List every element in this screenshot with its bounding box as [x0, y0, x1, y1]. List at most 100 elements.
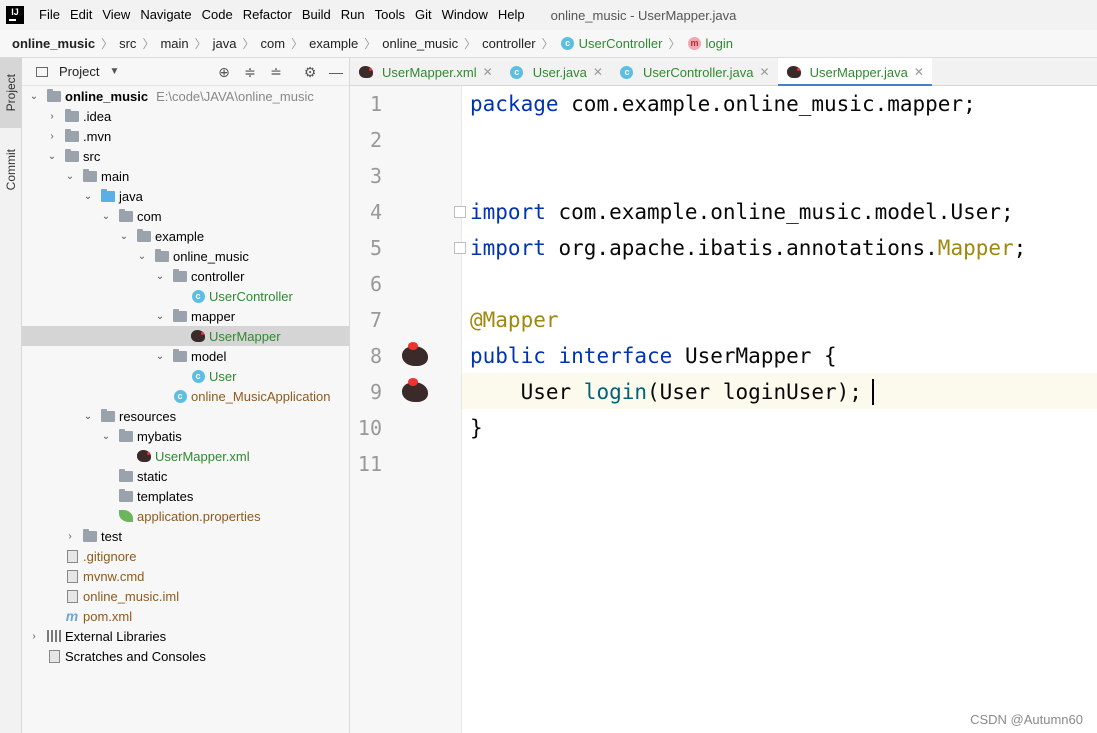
tab-user-java[interactable]: c User.java ✕ [501, 58, 611, 86]
tree-item-model[interactable]: ⌄ model [22, 346, 349, 366]
tree-item-com[interactable]: ⌄ com [22, 206, 349, 226]
chevron-down-icon[interactable]: ⌄ [46, 151, 58, 162]
line-number: 5 [369, 236, 382, 260]
crumb-controller[interactable]: controller [482, 36, 535, 51]
crumb-user-controller[interactable]: UserController [579, 36, 663, 51]
menu-window[interactable]: Window [437, 0, 493, 30]
tree-item-user-controller[interactable]: c UserController [22, 286, 349, 306]
mybatis-gutter-icon[interactable] [400, 342, 428, 366]
menu-git[interactable]: Git [410, 0, 437, 30]
tree-item-main[interactable]: ⌄ main [22, 166, 349, 186]
crumb-src[interactable]: src [119, 36, 136, 51]
menu-build[interactable]: Build [297, 0, 336, 30]
commit-tool-tab[interactable]: Commit [0, 138, 22, 202]
tree-item-static[interactable]: static [22, 466, 349, 486]
menu-help[interactable]: Help [493, 0, 530, 30]
crumb-com[interactable]: com [261, 36, 286, 51]
gear-icon[interactable]: ⚙ [302, 64, 318, 80]
line-number: 6 [369, 272, 382, 296]
close-icon[interactable]: ✕ [593, 65, 603, 79]
mybatis-gutter-icon[interactable] [400, 378, 428, 402]
tab-user-mapper-xml[interactable]: UserMapper.xml ✕ [350, 58, 501, 86]
chevron-down-icon[interactable]: ⌄ [154, 271, 166, 282]
scratches-icon [46, 648, 62, 664]
tree-item-src[interactable]: ⌄ src [22, 146, 349, 166]
tree-item-scratches[interactable]: Scratches and Consoles [22, 646, 349, 666]
chevron-right-icon[interactable]: › [46, 111, 58, 122]
chevron-right-icon: 〉 [541, 37, 554, 51]
menu-run[interactable]: Run [336, 0, 370, 30]
tree-item-mvnw-cmd[interactable]: mvnw.cmd [22, 566, 349, 586]
expand-all-icon[interactable]: ≑ [242, 64, 258, 80]
crumb-main[interactable]: main [160, 36, 188, 51]
menu-navigate[interactable]: Navigate [135, 0, 196, 30]
minimize-icon[interactable]: — [328, 64, 344, 80]
menu-code[interactable]: Code [197, 0, 238, 30]
locate-icon[interactable]: ⊕ [216, 64, 232, 80]
chevron-down-icon[interactable]: ⌄ [64, 171, 76, 182]
tab-user-mapper-java[interactable]: UserMapper.java ✕ [777, 58, 933, 87]
chevron-down-icon[interactable]: ⌄ [28, 91, 40, 102]
tree-item-java[interactable]: ⌄ java [22, 186, 349, 206]
collapse-all-icon[interactable]: ≐ [268, 64, 284, 80]
chevron-down-icon[interactable]: ⌄ [118, 231, 130, 242]
line-number: 9 [369, 380, 382, 404]
chevron-right-icon[interactable]: › [46, 131, 58, 142]
crumb-example[interactable]: example [309, 36, 358, 51]
project-tool-tab[interactable]: Project [0, 58, 22, 128]
chevron-down-icon[interactable]: ⌄ [154, 351, 166, 362]
tree-item-resources[interactable]: ⌄ resources [22, 406, 349, 426]
tree-item-pom[interactable]: m pom.xml [22, 606, 349, 626]
method-name: login [583, 380, 648, 404]
tree-item-gitignore[interactable]: .gitignore [22, 546, 349, 566]
tree-item-application-properties[interactable]: application.properties [22, 506, 349, 526]
tree-item-external-libraries[interactable]: › External Libraries [22, 626, 349, 646]
tab-user-controller-java[interactable]: c UserController.java ✕ [611, 58, 778, 86]
menu-file[interactable]: File [34, 0, 65, 30]
close-icon[interactable]: ✕ [914, 65, 924, 79]
tree-item-iml[interactable]: online_music.iml [22, 586, 349, 606]
tree-label: java [119, 188, 143, 204]
tree-item-mybatis[interactable]: ⌄ mybatis [22, 426, 349, 446]
crumb-login[interactable]: login [705, 36, 732, 51]
code-editor[interactable]: 1 2 3 4 5 6 7 8 9 10 11 package com.exam… [350, 86, 1097, 733]
chevron-down-icon[interactable]: ⌄ [100, 431, 112, 442]
tree-item-user-mapper-xml[interactable]: UserMapper.xml [22, 446, 349, 466]
tree-item-online-music[interactable]: ⌄ online_music [22, 246, 349, 266]
menu-view[interactable]: View [97, 0, 135, 30]
tree-label: mapper [191, 308, 236, 324]
intellij-logo-icon: IJ [6, 6, 24, 24]
menu-refactor[interactable]: Refactor [238, 0, 297, 30]
menu-edit[interactable]: Edit [65, 0, 97, 30]
tree-item-example[interactable]: ⌄ example [22, 226, 349, 246]
chevron-right-icon[interactable]: › [64, 531, 76, 542]
tree-item-test[interactable]: › test [22, 526, 349, 546]
chevron-down-icon[interactable]: ⌄ [136, 251, 148, 262]
tree-item-mapper[interactable]: ⌄ mapper [22, 306, 349, 326]
menu-tools[interactable]: Tools [370, 0, 410, 30]
crumb-java[interactable]: java [213, 36, 237, 51]
tree-item-mvn[interactable]: › .mvn [22, 126, 349, 146]
module-file-icon [64, 588, 80, 604]
chevron-right-icon[interactable]: › [28, 631, 40, 642]
chevron-down-icon[interactable]: ⌄ [154, 311, 166, 322]
tree-item-controller[interactable]: ⌄ controller [22, 266, 349, 286]
code-area[interactable]: package com.example.online_music.mapper;… [462, 86, 1097, 733]
close-icon[interactable]: ✕ [760, 65, 770, 79]
tree-path: E:\code\JAVA\online_music [156, 88, 314, 104]
tree-item-templates[interactable]: templates [22, 486, 349, 506]
project-panel: Project ▼ ⊕ ≑ ≐ ⚙ — ⌄ online_music E:\co… [22, 58, 350, 733]
tree-item-user[interactable]: c User [22, 366, 349, 386]
chevron-down-icon[interactable]: ⌄ [82, 411, 94, 422]
project-title[interactable]: Project [59, 64, 99, 79]
chevron-down-icon[interactable]: ⌄ [100, 211, 112, 222]
chevron-down-icon[interactable]: ▼ [109, 66, 119, 77]
crumb-online-music[interactable]: online_music [382, 36, 458, 51]
close-icon[interactable]: ✕ [483, 65, 493, 79]
tree-item-application-class[interactable]: c online_MusicApplication [22, 386, 349, 406]
tree-item-online-music-root[interactable]: ⌄ online_music E:\code\JAVA\online_music [22, 86, 349, 106]
crumb-project[interactable]: online_music [12, 36, 95, 51]
tree-item-idea[interactable]: › .idea [22, 106, 349, 126]
chevron-down-icon[interactable]: ⌄ [82, 191, 94, 202]
tree-item-user-mapper[interactable]: UserMapper [22, 326, 349, 346]
